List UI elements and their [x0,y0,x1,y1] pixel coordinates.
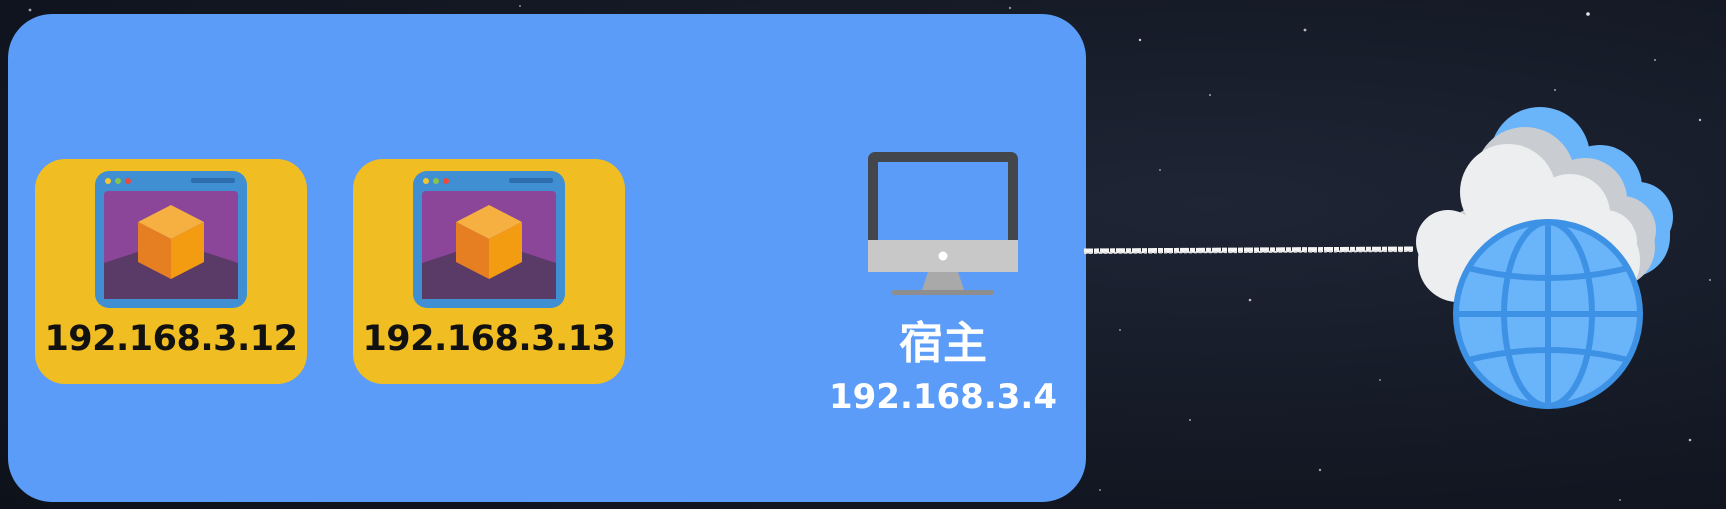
virtual-machine-card-2: 192.168.3.13 [353,159,625,384]
cloud-globe-icon [1416,107,1673,409]
desktop-computer-icon [868,152,1018,295]
virtual-machine-window-icon [413,171,565,308]
vm-ip-label: 192.168.3.12 [44,319,298,359]
vm-ip-label: 192.168.3.13 [362,319,616,359]
virtual-machine-card-1: 192.168.3.12 [35,159,307,384]
network-line [1084,246,1414,254]
virtual-machine-window-icon [95,171,247,308]
host-title: 宿主 [899,318,987,369]
host-ip-label: 192.168.3.4 [828,377,1057,417]
